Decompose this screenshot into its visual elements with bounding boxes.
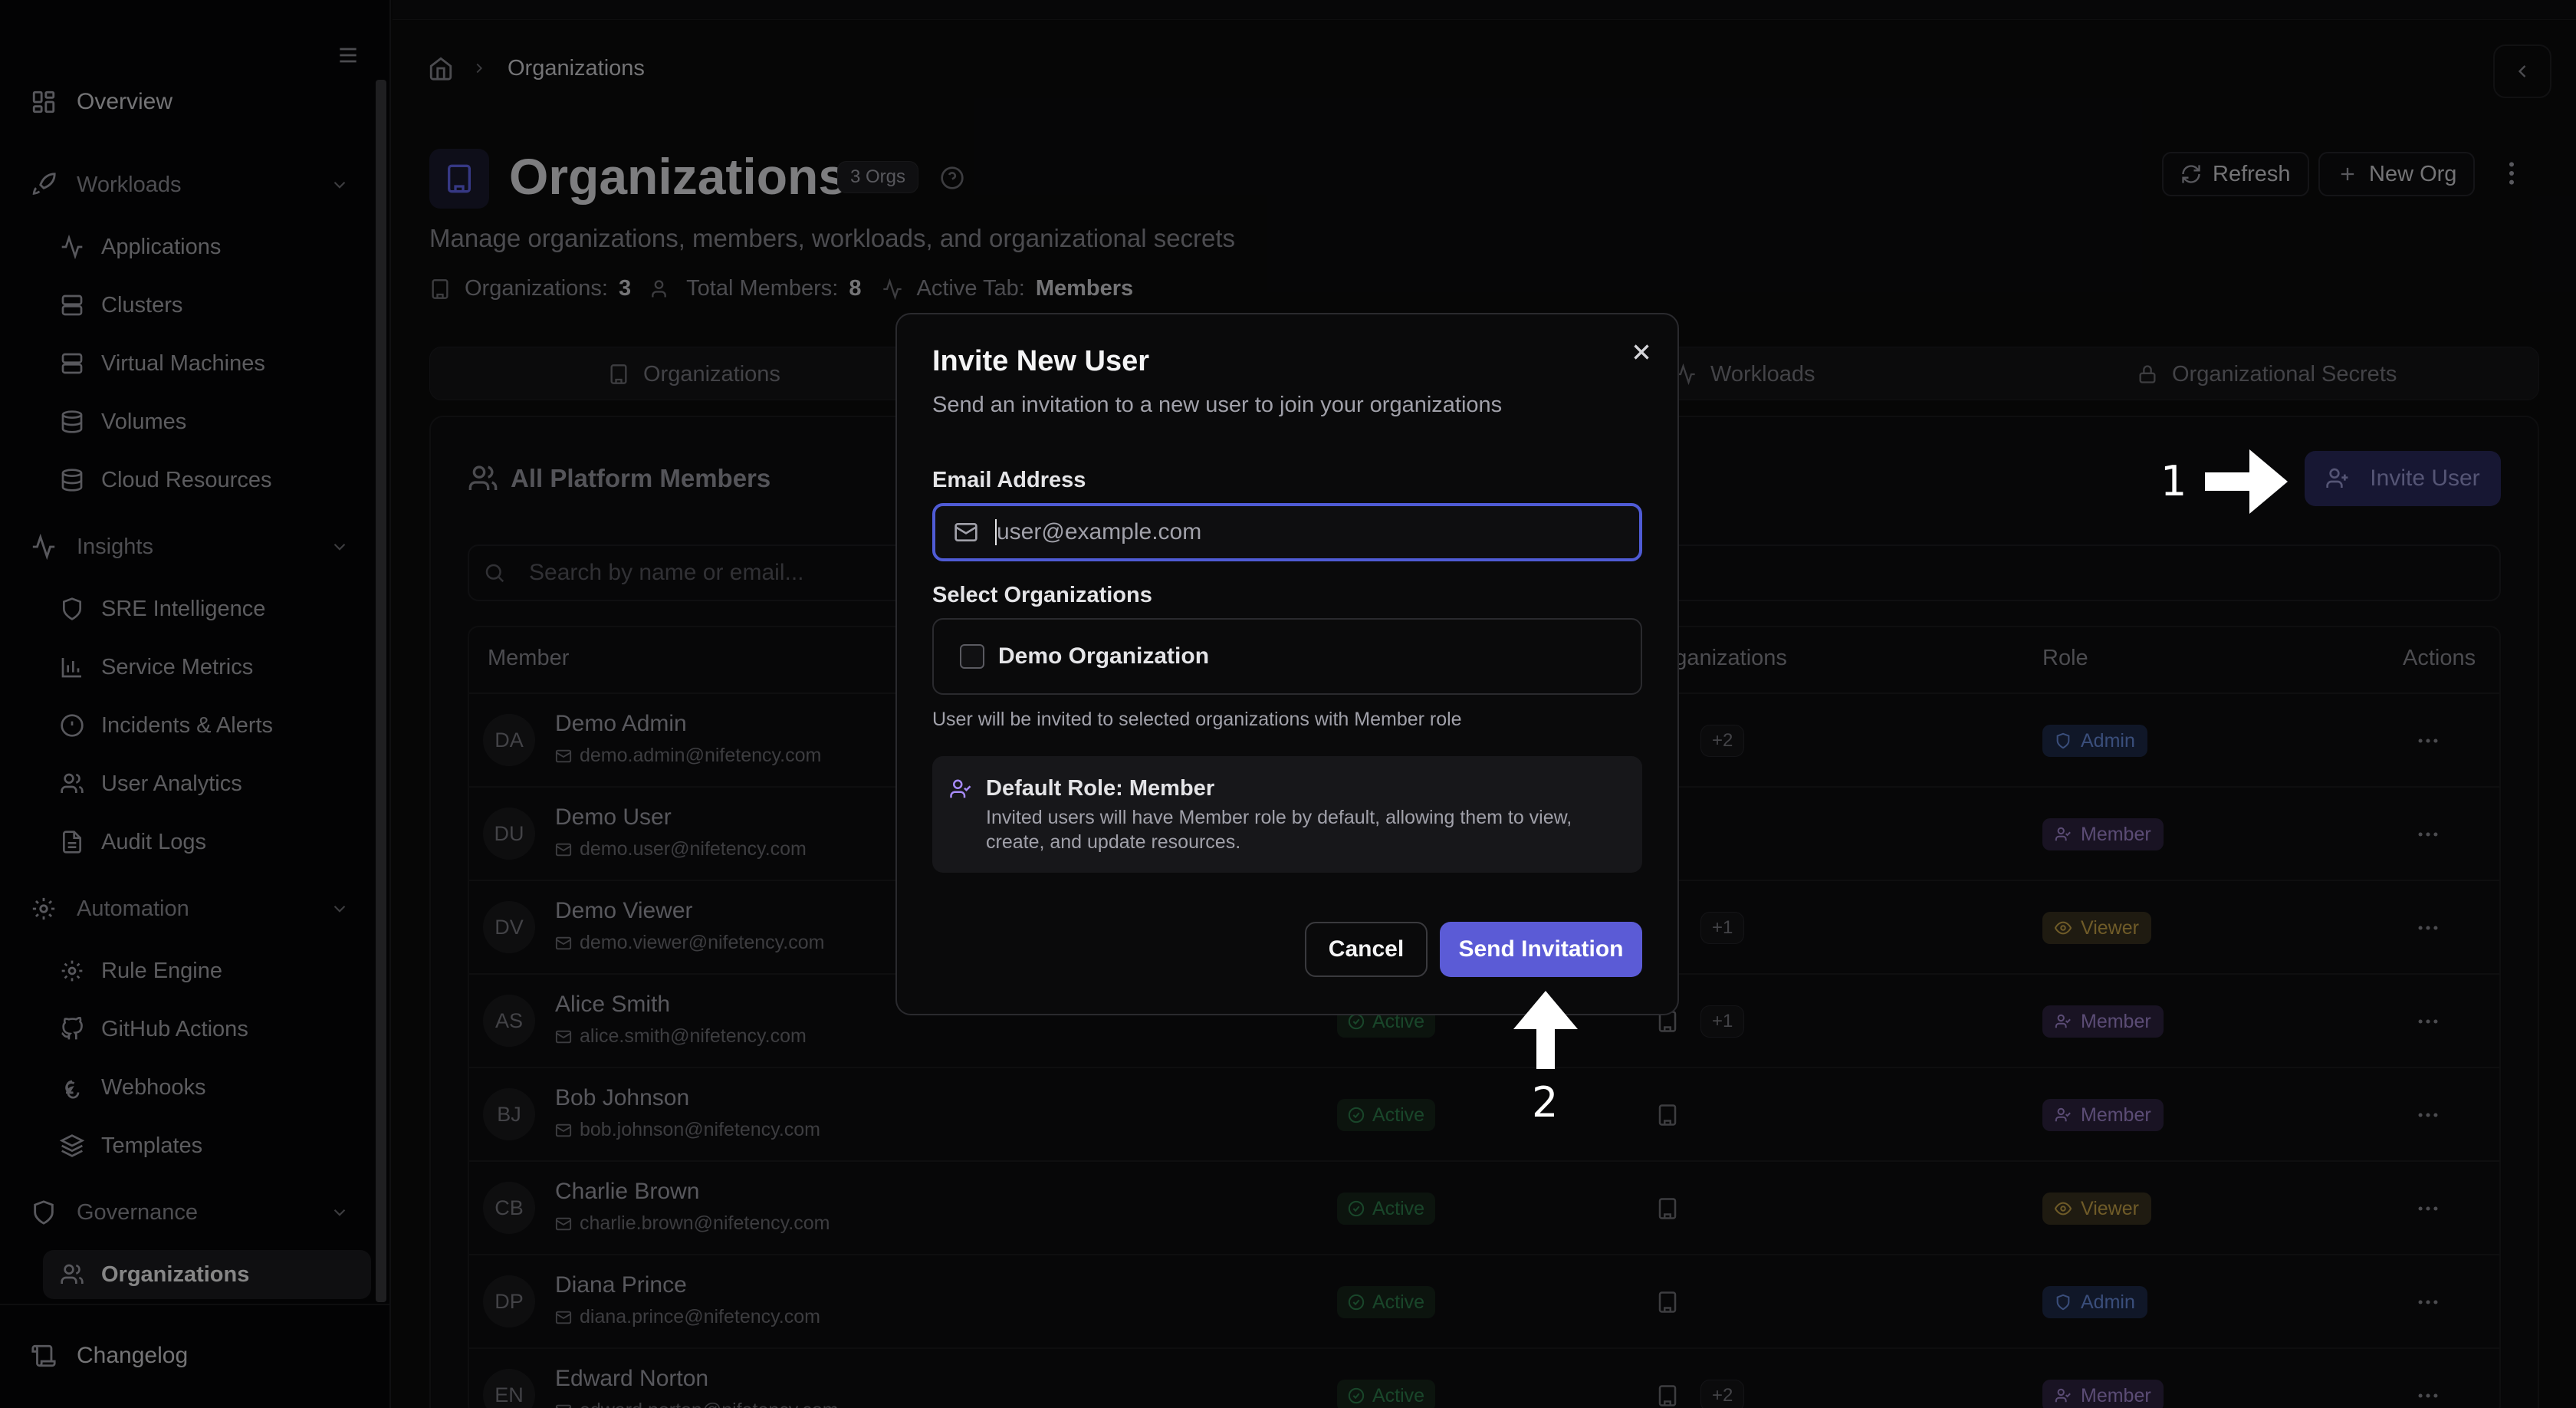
cancel-button[interactable]: Cancel [1305, 922, 1428, 977]
organization-option-label: Demo Organization [998, 643, 1210, 669]
organization-option[interactable]: Demo Organization [932, 618, 1642, 695]
default-role-title: Default Role: Member [986, 776, 1215, 801]
mail-icon [954, 520, 978, 544]
annotation-step-1: 1 [2160, 457, 2187, 505]
email-field[interactable] [932, 503, 1642, 561]
invite-helper-text: User will be invited to selected organiz… [932, 709, 1462, 730]
default-role-text: Invited users will have Member role by d… [986, 807, 1572, 853]
close-icon[interactable] [1628, 339, 1654, 365]
default-role-info: Default Role: Member Invited users will … [932, 756, 1642, 873]
arrow-up-icon [1507, 985, 1584, 1069]
email-label: Email Address [932, 468, 1086, 492]
select-organizations-label: Select Organizations [932, 583, 1152, 607]
dialog-title: Invite New User [932, 345, 1149, 377]
email-input[interactable] [997, 519, 1595, 545]
annotation-step-2: 2 [1532, 1078, 1559, 1127]
dialog-description: Send an invitation to a new user to join… [932, 393, 1503, 417]
user-check-icon [949, 778, 972, 801]
arrow-right-icon [2205, 443, 2289, 520]
organization-checkbox[interactable] [960, 644, 984, 669]
send-invitation-button[interactable]: Send Invitation [1440, 922, 1642, 977]
